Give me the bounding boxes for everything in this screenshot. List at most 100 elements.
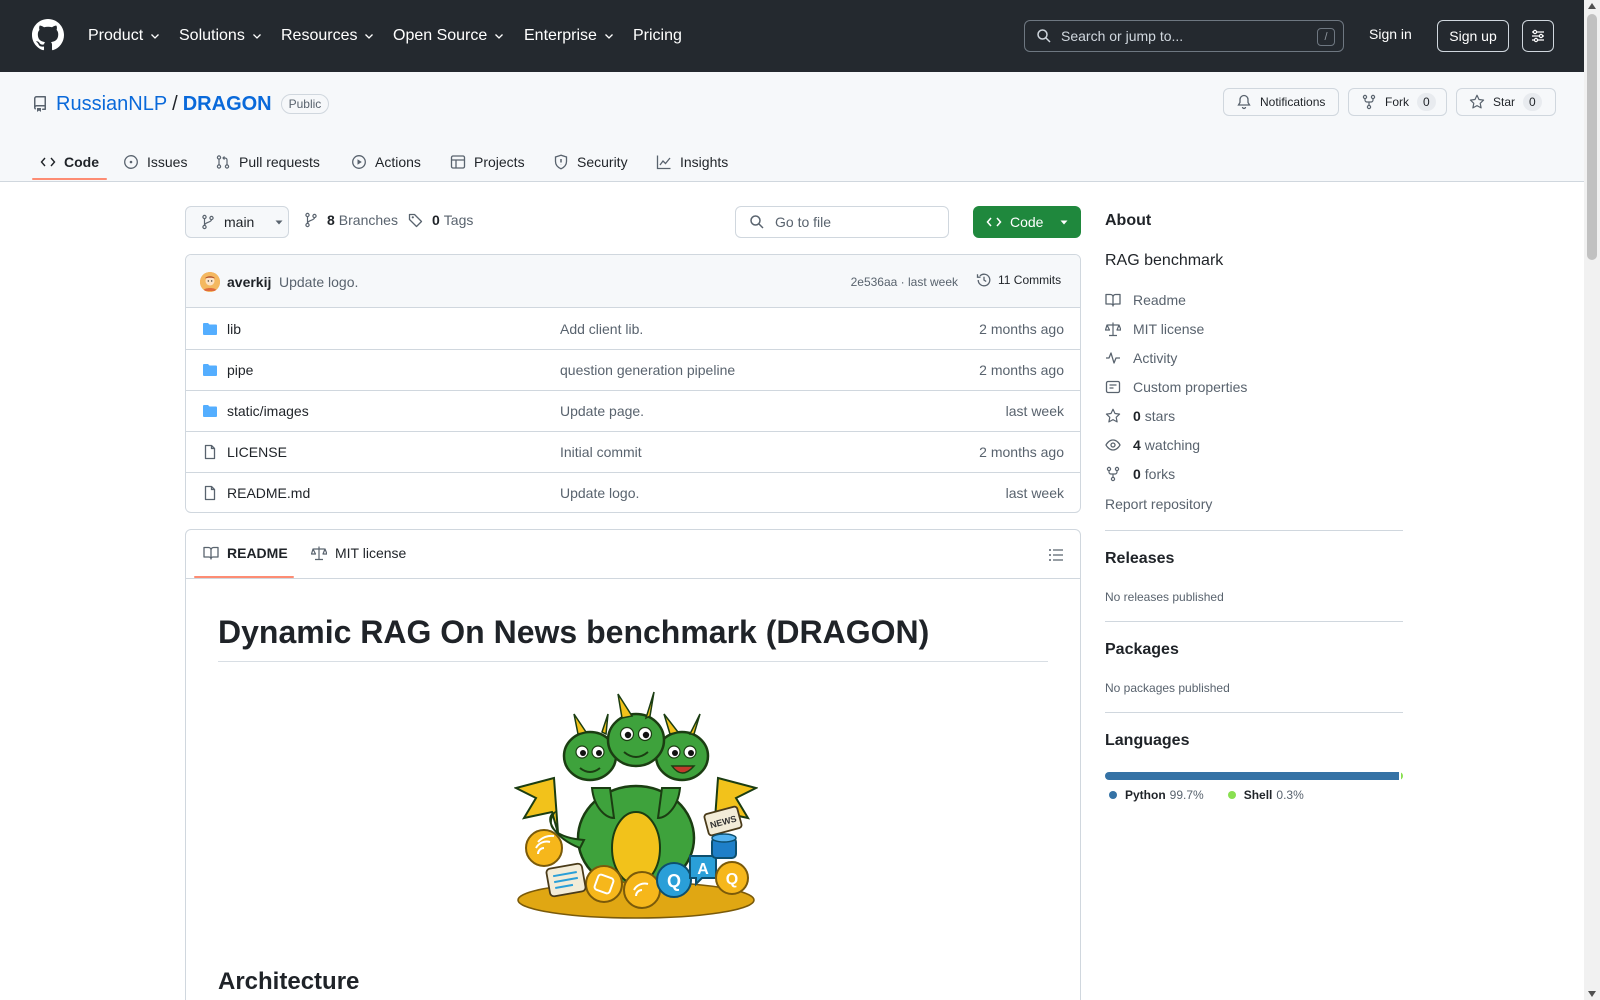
file-name[interactable]: static/images bbox=[227, 403, 309, 419]
nav-label: Product bbox=[88, 27, 144, 44]
avatar[interactable] bbox=[200, 272, 220, 292]
list-unordered-icon[interactable] bbox=[1048, 547, 1064, 563]
pulse-icon bbox=[1106, 352, 1120, 364]
fork-icon bbox=[1362, 94, 1376, 110]
readme-link[interactable]: Readme bbox=[1105, 290, 1186, 310]
tab-label: Actions bbox=[375, 154, 421, 170]
file-name[interactable]: lib bbox=[227, 321, 241, 337]
scroll-up-arrow-icon[interactable] bbox=[1588, 3, 1596, 9]
table-row[interactable]: static/images Update page. last week bbox=[186, 391, 1080, 432]
file-commit-message[interactable]: question generation pipeline bbox=[560, 362, 735, 378]
table-row[interactable]: lib Add client lib. 2 months ago bbox=[186, 309, 1080, 350]
fork-button[interactable]: Fork 0 bbox=[1348, 88, 1447, 116]
forks-label: forks bbox=[1144, 466, 1176, 482]
watching-count: 4 bbox=[1133, 437, 1141, 453]
nav-pricing[interactable]: Pricing bbox=[633, 24, 682, 48]
tab-actions[interactable]: Actions bbox=[351, 146, 421, 178]
dragon-logo-icon: Q A Q NEWS bbox=[514, 691, 758, 919]
nav-solutions[interactable]: Solutions bbox=[179, 24, 263, 48]
repo-separator: / bbox=[172, 92, 178, 115]
file-commit-message[interactable]: Initial commit bbox=[560, 444, 642, 460]
packages-title[interactable]: Packages bbox=[1105, 641, 1179, 659]
repo-owner-link[interactable]: RussianNLP bbox=[56, 93, 167, 116]
nav-resources[interactable]: Resources bbox=[281, 24, 375, 48]
about-description: RAG benchmark bbox=[1105, 252, 1224, 269]
notifications-button[interactable]: Notifications bbox=[1223, 88, 1339, 116]
custom-properties-link[interactable]: Custom properties bbox=[1105, 377, 1247, 397]
releases-title[interactable]: Releases bbox=[1105, 550, 1174, 568]
file-age: 2 months ago bbox=[979, 362, 1064, 378]
caret-down-icon bbox=[275, 220, 283, 225]
go-to-file-input[interactable]: Go to file bbox=[735, 206, 949, 238]
tab-projects[interactable]: Projects bbox=[450, 146, 525, 178]
branches-link[interactable]: 8 Branches bbox=[303, 212, 398, 228]
shell-color-dot bbox=[1227, 791, 1236, 799]
language-name[interactable]: Shell bbox=[1244, 788, 1273, 802]
language-list: Python 99.7% Shell 0.3% bbox=[1109, 788, 1304, 802]
activity-label: Activity bbox=[1133, 350, 1178, 366]
report-repository-link[interactable]: Report repository bbox=[1105, 496, 1212, 512]
eye-icon bbox=[1105, 439, 1121, 451]
language-name[interactable]: Python bbox=[1125, 788, 1166, 802]
folder-icon bbox=[203, 323, 217, 335]
table-row[interactable]: pipe question generation pipeline 2 mont… bbox=[186, 350, 1080, 391]
code-button-label: Code bbox=[1010, 214, 1044, 230]
nav-label: Solutions bbox=[179, 27, 245, 44]
license-link[interactable]: MIT license bbox=[1105, 319, 1204, 339]
scroll-down-arrow-icon[interactable] bbox=[1588, 991, 1596, 997]
nav-enterprise[interactable]: Enterprise bbox=[524, 24, 615, 48]
forks-link[interactable]: 0 forks bbox=[1105, 464, 1175, 484]
file-name[interactable]: pipe bbox=[227, 362, 253, 378]
language-bar-python bbox=[1105, 772, 1399, 780]
tab-issues[interactable]: Issues bbox=[123, 146, 187, 178]
tab-pull-requests[interactable]: Pull requests bbox=[215, 146, 320, 178]
tab-code[interactable]: Code bbox=[40, 146, 99, 178]
logo-q-text: Q bbox=[667, 871, 681, 891]
branch-select-button[interactable]: main bbox=[185, 206, 289, 238]
law-icon bbox=[1105, 322, 1121, 337]
file-commit-message[interactable]: Update logo. bbox=[560, 485, 639, 501]
file-commit-message[interactable]: Update page. bbox=[560, 403, 644, 419]
commit-author[interactable]: averkij bbox=[227, 274, 271, 290]
global-header: Product Solutions Resources Open Source … bbox=[0, 0, 1584, 72]
scrollbar-thumb[interactable] bbox=[1587, 14, 1597, 260]
stars-link[interactable]: 0 stars bbox=[1105, 406, 1175, 426]
commits-link[interactable]: 11 Commits bbox=[976, 272, 1061, 288]
github-logo-icon[interactable] bbox=[32, 19, 64, 51]
search-input[interactable]: Search or jump to... / bbox=[1024, 20, 1344, 52]
nav-open-source[interactable]: Open Source bbox=[393, 24, 505, 48]
file-name[interactable]: README.md bbox=[227, 485, 310, 501]
sign-in-link[interactable]: Sign in bbox=[1369, 26, 1412, 42]
star-count: 0 bbox=[1523, 93, 1542, 111]
history-icon bbox=[976, 273, 991, 287]
pull-request-icon bbox=[216, 155, 230, 169]
star-button[interactable]: Star 0 bbox=[1456, 88, 1556, 116]
commit-sha-time[interactable]: 2e536aa · last week bbox=[851, 275, 958, 289]
file-commit-message[interactable]: Add client lib. bbox=[560, 321, 643, 337]
branch-name: main bbox=[224, 214, 255, 230]
chevron-down-icon bbox=[495, 34, 504, 39]
tab-readme[interactable]: README bbox=[203, 545, 288, 561]
watching-link[interactable]: 4 watching bbox=[1105, 435, 1200, 455]
nav-product[interactable]: Product bbox=[88, 24, 161, 48]
tab-mit-license[interactable]: MIT license bbox=[311, 545, 406, 561]
tab-label: Security bbox=[577, 154, 628, 170]
tags-label: Tags bbox=[443, 212, 474, 228]
repo-name-link[interactable]: DRAGON bbox=[183, 93, 272, 116]
code-dropdown-button[interactable]: Code bbox=[973, 206, 1081, 238]
divider bbox=[1105, 530, 1403, 531]
file-name[interactable]: LICENSE bbox=[227, 444, 287, 460]
activity-link[interactable]: Activity bbox=[1105, 348, 1177, 368]
table-row[interactable]: LICENSE Initial commit 2 months ago bbox=[186, 432, 1080, 473]
vertical-scrollbar[interactable] bbox=[1584, 0, 1600, 1000]
repo-icon bbox=[34, 96, 46, 112]
commit-message[interactable]: Update logo. bbox=[279, 274, 358, 290]
settings-button[interactable] bbox=[1522, 20, 1554, 52]
selected-tab-indicator bbox=[32, 178, 107, 180]
table-row[interactable]: README.md Update logo. last week bbox=[186, 473, 1080, 512]
caret-down-icon bbox=[1060, 220, 1068, 225]
tab-insights[interactable]: Insights bbox=[656, 146, 728, 178]
sign-up-button[interactable]: Sign up bbox=[1437, 20, 1509, 52]
tags-link[interactable]: 0 Tags bbox=[408, 212, 473, 228]
tab-security[interactable]: Security bbox=[553, 146, 628, 178]
